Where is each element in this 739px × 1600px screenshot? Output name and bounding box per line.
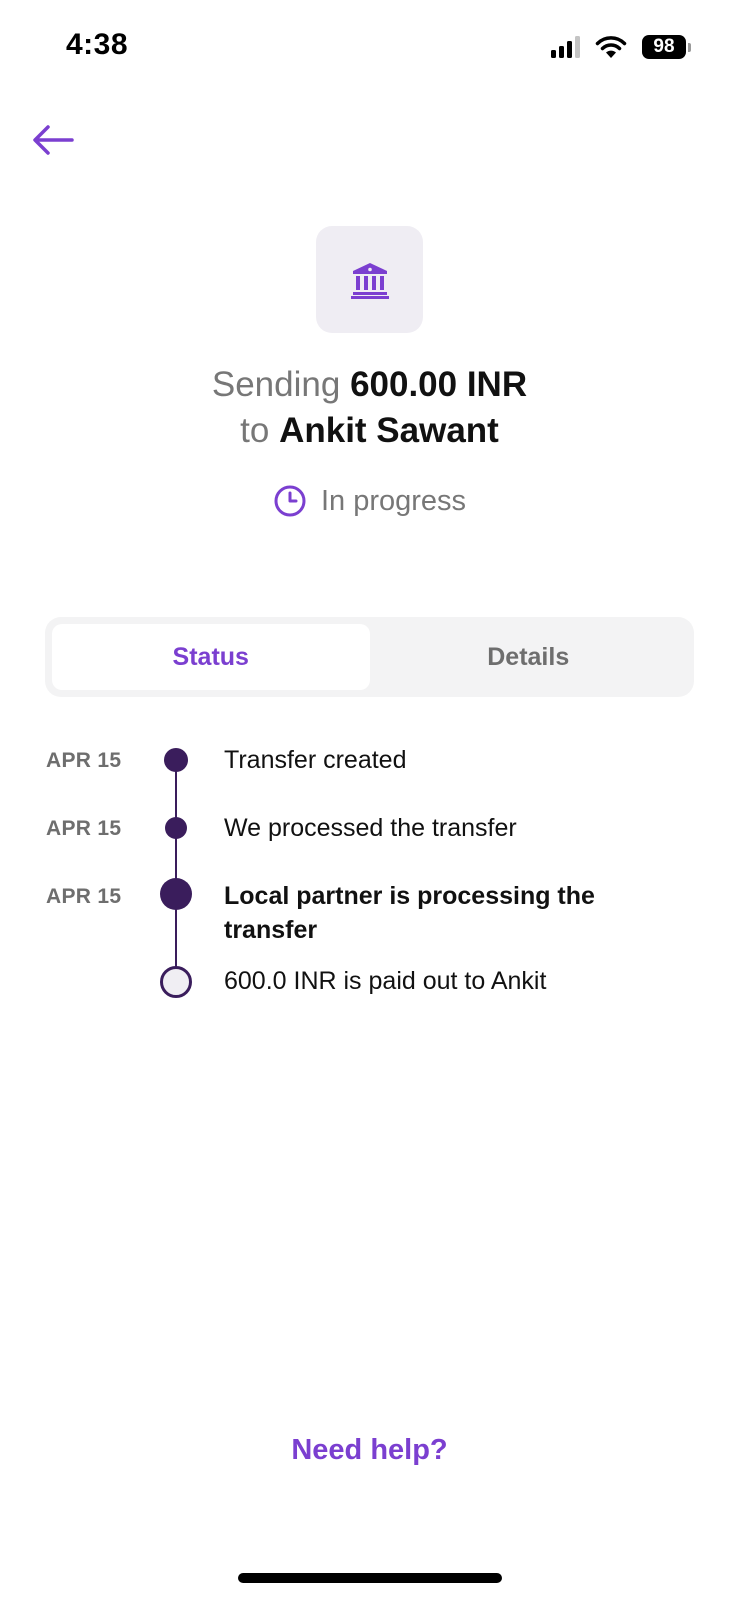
tab-details[interactable]: Details bbox=[370, 624, 688, 690]
cellular-signal-icon bbox=[551, 36, 580, 58]
transfer-amount: 600.00 INR bbox=[350, 365, 528, 404]
home-indicator bbox=[238, 1573, 502, 1583]
bank-tile bbox=[316, 226, 423, 333]
need-help-link[interactable]: Need help? bbox=[0, 1434, 739, 1467]
timeline-date: APR 15 bbox=[46, 885, 122, 908]
battery-icon: 98 bbox=[642, 35, 691, 59]
transfer-headline: Sending 600.00 INR to Ankit Sawant bbox=[0, 362, 739, 454]
wifi-icon bbox=[595, 36, 627, 58]
timeline-dot bbox=[164, 748, 188, 772]
back-button[interactable] bbox=[30, 120, 76, 160]
status-icons: 98 bbox=[551, 34, 691, 60]
sending-word: Sending bbox=[211, 365, 341, 404]
battery-level: 98 bbox=[642, 35, 686, 59]
status-label: In progress bbox=[320, 484, 467, 517]
timeline-date: APR 15 bbox=[46, 817, 122, 840]
to-word: to bbox=[240, 411, 270, 450]
timeline-dot-current bbox=[160, 878, 192, 910]
timeline-date: APR 15 bbox=[46, 749, 122, 772]
status-timeline: APR 15 Transfer created APR 15 We proces… bbox=[0, 736, 739, 1016]
timeline-text: Transfer created bbox=[224, 746, 407, 774]
status-time: 4:38 bbox=[66, 28, 129, 61]
timeline-dot-pending bbox=[160, 966, 192, 998]
timeline-line bbox=[175, 758, 177, 968]
timeline-text: 600.0 INR is paid out to Ankit bbox=[224, 967, 547, 995]
arrow-left-icon bbox=[33, 125, 74, 155]
bank-icon bbox=[350, 262, 389, 299]
timeline-text: Local partner is processing the transfer bbox=[224, 882, 595, 944]
timeline-text: We processed the transfer bbox=[224, 814, 517, 842]
transfer-status: In progress bbox=[0, 484, 739, 518]
recipient-name: Ankit Sawant bbox=[279, 411, 499, 450]
clock-icon bbox=[274, 485, 306, 517]
tab-bar: Status Details bbox=[45, 617, 694, 697]
timeline-dot bbox=[165, 817, 187, 839]
tab-status[interactable]: Status bbox=[52, 624, 370, 690]
